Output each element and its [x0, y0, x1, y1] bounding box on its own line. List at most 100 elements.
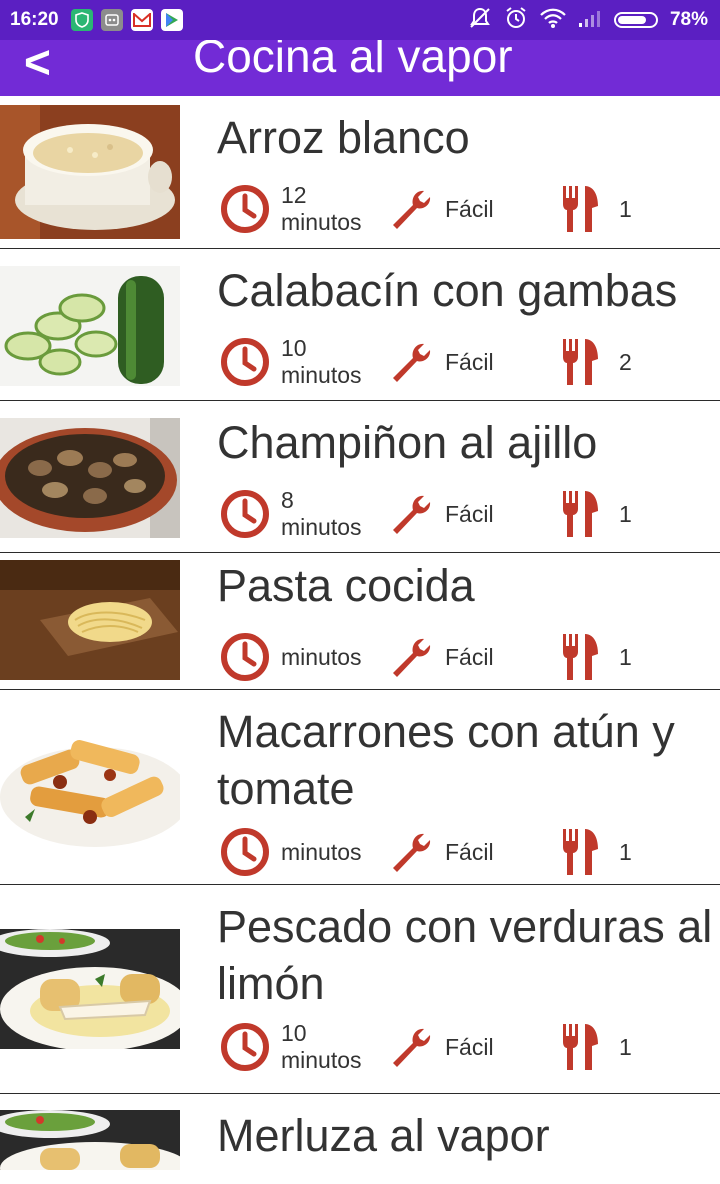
wifi-icon — [540, 7, 566, 33]
clock-icon — [221, 633, 269, 681]
servings-text: 1 — [619, 195, 632, 222]
recipe-image-pescado — [0, 929, 180, 1049]
recipe-row-macarrones[interactable]: Macarrones con atún y tomate minutos Fác… — [0, 690, 720, 885]
play-store-icon — [160, 9, 183, 31]
recipe-meta: 12 minutos Fácil 1 — [219, 182, 719, 236]
time-value: 10 — [281, 335, 307, 361]
time-text: 12 minutos — [281, 182, 362, 236]
notification-icons — [70, 9, 183, 31]
recipe-row-merluza[interactable]: Merluza al vapor — [0, 1094, 720, 1184]
wrench-icon — [393, 638, 431, 677]
bot-app-icon — [100, 9, 123, 31]
servings-info: 1 — [561, 184, 632, 234]
difficulty-info: Fácil — [387, 827, 494, 877]
recipe-image-arroz-blanco — [0, 105, 180, 239]
time-text: minutos — [281, 839, 362, 866]
clock-icon — [221, 490, 269, 538]
time-info: 10 minutos — [219, 1020, 362, 1074]
clock-icon — [221, 828, 269, 876]
recipe-row-arroz-blanco[interactable]: Arroz blanco 12 minutos Fácil 1 — [0, 96, 720, 249]
difficulty-text: Fácil — [445, 500, 494, 527]
signal-icon — [578, 8, 602, 32]
difficulty-info: Fácil — [387, 489, 494, 539]
recipe-row-champinon[interactable]: Champiñon al ajillo 8 minutos Fácil 1 — [0, 401, 720, 553]
back-button[interactable]: < — [24, 40, 51, 92]
status-bar: 16:20 78% — [0, 0, 720, 40]
difficulty-info: Fácil — [387, 184, 494, 234]
shield-app-icon — [70, 9, 93, 31]
wrench-icon — [393, 190, 431, 229]
recipe-row-pasta-cocida[interactable]: Pasta cocida minutos Fácil 1 — [0, 553, 720, 690]
servings-info: 1 — [561, 489, 632, 539]
time-unit: minutos — [281, 362, 362, 388]
wrench-icon — [393, 833, 431, 872]
difficulty-text: Fácil — [445, 1033, 494, 1060]
recipe-title: Macarrones con atún y tomate — [217, 706, 675, 814]
servings-text: 1 — [619, 838, 632, 865]
recipe-meta: 8 minutos Fácil 1 — [219, 487, 719, 541]
recipe-title: Arroz blanco — [217, 112, 470, 163]
recipe-title: Pescado con verduras al limón — [217, 901, 713, 1009]
clock-icon — [221, 338, 269, 386]
difficulty-info: Fácil — [387, 337, 494, 387]
servings-info: 1 — [561, 1022, 632, 1072]
time-info: 10 minutos — [219, 335, 362, 389]
time-unit: minutos — [281, 514, 362, 540]
recipe-row-calabacin[interactable]: Calabacín con gambas 10 minutos Fácil 2 — [0, 249, 720, 401]
recipe-list: Arroz blanco 12 minutos Fácil 1 Calabací… — [0, 96, 720, 1184]
status-time: 16:20 — [10, 9, 59, 30]
difficulty-text: Fácil — [445, 195, 494, 222]
time-value: 8 — [281, 487, 294, 513]
wrench-icon — [393, 495, 431, 534]
time-info: 8 minutos — [219, 487, 362, 541]
cutlery-icon — [563, 186, 598, 232]
recipe-image-macarrones — [0, 727, 180, 847]
cutlery-icon — [563, 339, 598, 385]
time-text: 10 minutos — [281, 1020, 362, 1074]
difficulty-text: Fácil — [445, 643, 494, 670]
time-unit: minutos — [281, 643, 362, 670]
difficulty-info: Fácil — [387, 632, 494, 682]
gmail-icon — [130, 9, 153, 31]
wrench-icon — [393, 1028, 431, 1067]
recipe-meta: minutos Fácil 1 — [219, 632, 719, 682]
recipe-title: Merluza al vapor — [217, 1110, 550, 1161]
recipe-meta: 10 minutos Fácil 2 — [219, 335, 719, 389]
clock-icon — [221, 185, 269, 233]
recipe-image-calabacin — [0, 266, 180, 386]
recipe-row-pescado[interactable]: Pescado con verduras al limón 10 minutos … — [0, 885, 720, 1094]
time-info: minutos — [219, 827, 362, 877]
time-text: 8 minutos — [281, 487, 362, 541]
battery-icon — [613, 12, 658, 28]
mute-icon — [468, 6, 492, 34]
servings-text: 1 — [619, 500, 632, 527]
cutlery-icon — [563, 829, 598, 875]
recipe-meta: minutos Fácil 1 — [219, 827, 719, 877]
clock-icon — [221, 1023, 269, 1071]
recipe-image-champinon — [0, 418, 180, 538]
time-text: minutos — [281, 644, 362, 671]
difficulty-text: Fácil — [445, 838, 494, 865]
time-value: 10 — [281, 1020, 307, 1046]
difficulty-text: Fácil — [445, 348, 494, 375]
recipe-image-merluza — [0, 1110, 180, 1170]
servings-info: 1 — [561, 827, 632, 877]
wrench-icon — [393, 343, 431, 382]
time-text: 10 minutos — [281, 335, 362, 389]
alarm-icon — [504, 6, 528, 34]
servings-text: 1 — [619, 643, 632, 670]
cutlery-icon — [563, 491, 598, 537]
servings-text: 2 — [619, 348, 632, 375]
status-right: 78% — [468, 0, 708, 40]
servings-info: 1 — [561, 632, 632, 682]
recipe-title: Champiñon al ajillo — [217, 417, 598, 468]
page-title: Cocina al vapor — [193, 40, 513, 82]
app-bar: < Cocina al vapor — [0, 40, 720, 96]
recipe-meta: 10 minutos Fácil 1 — [219, 1020, 719, 1074]
time-unit: minutos — [281, 1047, 362, 1073]
difficulty-info: Fácil — [387, 1022, 494, 1072]
battery-level — [617, 16, 646, 24]
time-value: 12 — [281, 182, 307, 208]
recipe-title: Calabacín con gambas — [217, 265, 678, 316]
time-info: minutos — [219, 632, 362, 682]
